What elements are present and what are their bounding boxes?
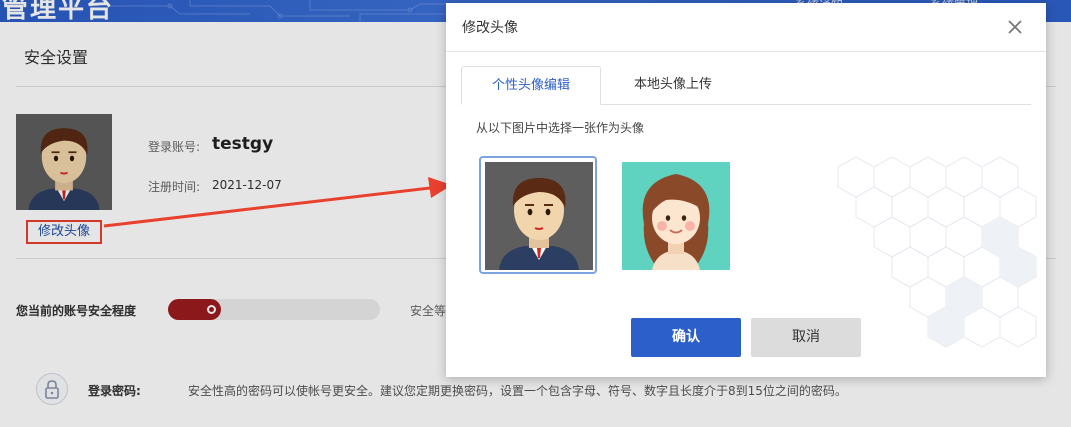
edit-avatar-dialog: 修改头像 个性头像编辑 本地头像上传 从以下图片中选择一张作为头像 确认 取消 [446, 3, 1046, 377]
avatar-option-female[interactable] [616, 156, 734, 274]
close-icon [1008, 20, 1022, 34]
tab-local-upload[interactable]: 本地头像上传 [603, 66, 743, 105]
male-avatar [485, 162, 593, 270]
dialog-header: 修改头像 [446, 3, 1046, 52]
close-button[interactable] [1003, 15, 1027, 39]
male-avatar-icon [485, 162, 593, 270]
cancel-button[interactable]: 取消 [751, 318, 861, 357]
dialog-title: 修改头像 [462, 20, 518, 36]
choose-hint: 从以下图片中选择一张作为头像 [476, 121, 645, 135]
avatar-option-male[interactable] [479, 156, 597, 274]
female-avatar [622, 162, 730, 270]
confirm-button[interactable]: 确认 [631, 318, 741, 357]
female-avatar-icon [622, 162, 730, 270]
tab-custom-avatar[interactable]: 个性头像编辑 [461, 66, 601, 105]
